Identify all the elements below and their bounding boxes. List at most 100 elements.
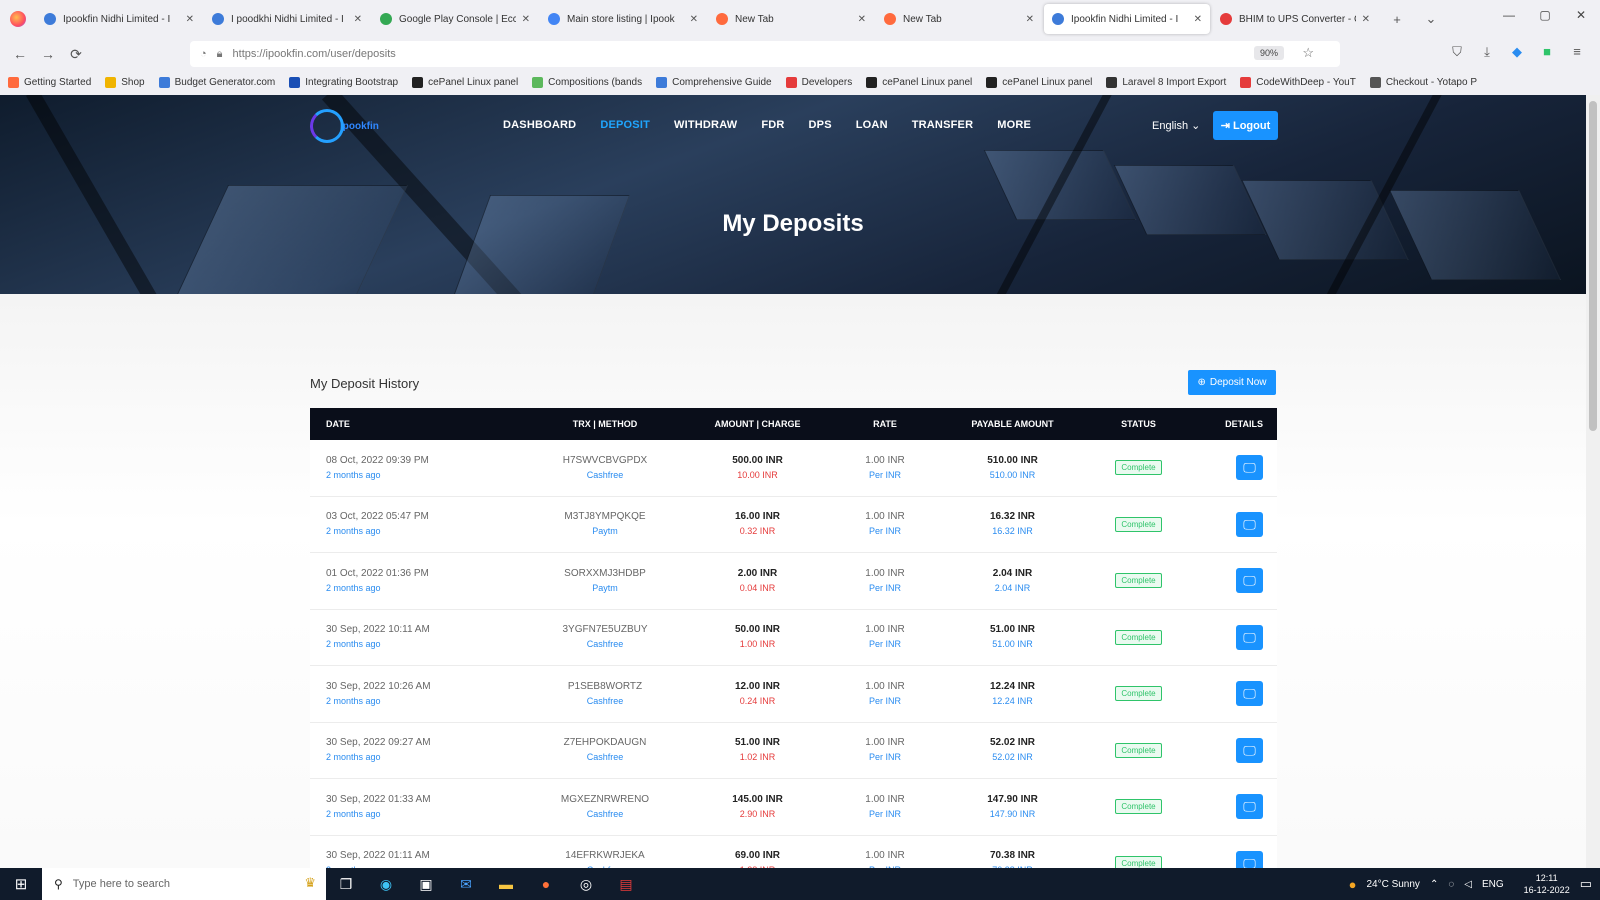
- bookmark-star-icon[interactable]: ☆: [1302, 45, 1314, 61]
- rate: 1.00 INR: [865, 624, 905, 636]
- menu-item-fdr[interactable]: FDR: [761, 119, 784, 131]
- logout-button[interactable]: ⇥ Logout: [1213, 111, 1278, 140]
- minimize-icon[interactable]: —: [1494, 8, 1524, 22]
- zoom-badge[interactable]: 90%: [1253, 46, 1284, 60]
- details-button[interactable]: 🖵︎: [1236, 681, 1263, 707]
- bookmark-item[interactable]: Laravel 8 Import Export: [1106, 76, 1226, 88]
- browser-tab[interactable]: New Tab ✕: [876, 4, 1042, 34]
- bookmark-item[interactable]: cePanel Linux panel: [866, 76, 972, 88]
- deposit-now-button[interactable]: ⊕ Deposit Now: [1188, 370, 1276, 395]
- pocket-icon[interactable]: ⛉: [1442, 44, 1472, 60]
- new-tab-icon[interactable]: +: [1380, 12, 1414, 27]
- scrollbar-thumb[interactable]: [1589, 101, 1597, 431]
- tab-close-icon[interactable]: ✕: [1194, 14, 1202, 25]
- windows-start-icon[interactable]: ⊞: [0, 875, 42, 893]
- back-icon[interactable]: ←: [6, 46, 34, 62]
- bookmark-item[interactable]: Checkout - Yotapo P: [1369, 76, 1477, 88]
- menu-item-transfer[interactable]: TRANSFER: [912, 119, 974, 131]
- bookmark-item[interactable]: CodeWithDeep - YouT: [1240, 76, 1356, 88]
- page-scrollbar[interactable]: [1586, 95, 1600, 868]
- browser-tab[interactable]: Ipookfin Nidhi Limited - I ✕: [1044, 4, 1210, 34]
- payable-sub: 2.04 INR: [994, 582, 1031, 593]
- tab-close-icon[interactable]: ✕: [1026, 14, 1034, 25]
- details-button[interactable]: 🖵︎: [1236, 455, 1263, 481]
- clock[interactable]: 12:11 16-12-2022: [1514, 872, 1570, 896]
- tab-close-icon[interactable]: ✕: [858, 14, 866, 25]
- menu-item-dashboard[interactable]: DASHBOARD: [503, 119, 576, 131]
- task-view-icon[interactable]: ❐: [326, 876, 366, 893]
- download-icon[interactable]: ⤓: [1472, 44, 1502, 60]
- details-button[interactable]: 🖵︎: [1236, 737, 1263, 763]
- menu-item-dps[interactable]: DPS: [809, 119, 832, 131]
- notifications-icon[interactable]: ▭: [1580, 876, 1592, 892]
- menu-item-more[interactable]: MORE: [997, 119, 1031, 131]
- extension-icon[interactable]: ■: [1532, 44, 1562, 60]
- bookmark-item[interactable]: Getting Started: [8, 76, 91, 88]
- browser-tab[interactable]: I poodkhi Nidhi Limited - I ✕: [204, 4, 370, 34]
- bookmark-item[interactable]: Budget Generator.com: [158, 76, 275, 88]
- browser-tab[interactable]: Main store listing | Ipook ✕: [540, 4, 706, 34]
- menu-icon[interactable]: ≡: [1562, 44, 1592, 60]
- bookmark-item[interactable]: Shop: [105, 76, 145, 88]
- extension-shield-icon[interactable]: ◆: [1502, 44, 1532, 60]
- mail-icon[interactable]: ✉: [446, 876, 486, 893]
- browser-tab[interactable]: Ipookfin Nidhi Limited - I ✕: [36, 4, 202, 34]
- trx-id: 14EFRKWRJEKA: [565, 850, 645, 862]
- details-button[interactable]: 🖵︎: [1236, 794, 1263, 820]
- menu-item-deposit[interactable]: DEPOSIT: [600, 119, 650, 131]
- forward-icon[interactable]: →: [34, 46, 62, 62]
- restore-icon[interactable]: ▢: [1530, 8, 1560, 22]
- bookmark-item[interactable]: Integrating Bootstrap: [289, 76, 398, 88]
- details-button[interactable]: 🖵︎: [1236, 511, 1263, 537]
- status-cell: Complete: [1090, 573, 1187, 589]
- status-badge: Complete: [1115, 629, 1162, 645]
- firefox-taskbar-icon[interactable]: ●: [526, 876, 566, 892]
- tray-chevron-icon[interactable]: ⌃: [1430, 879, 1438, 890]
- input-lang[interactable]: ENG: [1482, 879, 1504, 890]
- tab-close-icon[interactable]: ✕: [186, 14, 194, 25]
- menu-item-withdraw[interactable]: WITHDRAW: [674, 119, 737, 131]
- details-button[interactable]: 🖵︎: [1236, 624, 1263, 650]
- edge-icon[interactable]: ◉: [366, 876, 406, 893]
- logo-mark: [310, 109, 344, 143]
- close-window-icon[interactable]: ✕: [1566, 8, 1596, 22]
- list-tabs-icon[interactable]: ⌄: [1414, 11, 1448, 27]
- menu-item-loan[interactable]: LOAN: [856, 119, 888, 131]
- taskbar-search[interactable]: ⚲ Type here to search ♛: [42, 868, 326, 900]
- browser-tab[interactable]: Google Play Console | Ecc ✕: [372, 4, 538, 34]
- site-logo[interactable]: Ipookfin: [310, 109, 402, 143]
- tab-close-icon[interactable]: ✕: [354, 14, 362, 25]
- bookmark-item[interactable]: Compositions (bands: [532, 76, 642, 88]
- shield-icon[interactable]: ◔: [200, 48, 207, 60]
- url-text[interactable]: https://ipookfin.com/user/deposits: [233, 48, 396, 60]
- tab-close-icon[interactable]: ✕: [522, 14, 530, 25]
- chrome-icon[interactable]: ◎: [566, 876, 606, 893]
- search-highlight-icon[interactable]: ♛: [304, 875, 316, 891]
- bookmark-item[interactable]: cePanel Linux panel: [412, 76, 518, 88]
- column-header: TRX | METHOD: [572, 419, 638, 429]
- volume-icon[interactable]: ◁: [1464, 879, 1472, 890]
- file-explorer-icon[interactable]: ▬: [486, 876, 526, 892]
- bookmark-item[interactable]: Developers: [785, 76, 852, 88]
- reload-icon[interactable]: ⟳: [62, 46, 90, 63]
- bookmark-item[interactable]: Comprehensive Guide: [656, 76, 772, 88]
- tab-label: New Tab: [735, 13, 774, 25]
- store-icon[interactable]: ▣: [406, 876, 446, 893]
- app-icon[interactable]: ▤: [606, 876, 646, 893]
- weather-text[interactable]: 24°C Sunny: [1366, 879, 1419, 890]
- details-button[interactable]: 🖵︎: [1236, 568, 1263, 594]
- weather-sun-icon[interactable]: ●: [1349, 877, 1357, 892]
- tab-close-icon[interactable]: ✕: [690, 14, 698, 25]
- firefox-icon[interactable]: [10, 11, 26, 27]
- browser-tab[interactable]: BHIM to UPS Converter - Cu ✕: [1212, 4, 1378, 34]
- network-icon[interactable]: ◌: [1448, 879, 1454, 890]
- bookmark-favicon-icon: [412, 76, 424, 88]
- lock-icon[interactable]: 🔒︎: [217, 48, 223, 61]
- browser-tab[interactable]: New Tab ✕: [708, 4, 874, 34]
- bookmark-item[interactable]: cePanel Linux panel: [986, 76, 1092, 88]
- language-selector[interactable]: English ⌄: [1152, 119, 1200, 132]
- trx-cell: Z7EHPOKDAUGN Cashfree: [530, 735, 680, 765]
- tab-close-icon[interactable]: ✕: [1362, 14, 1370, 25]
- rate-unit: Per INR: [868, 808, 901, 819]
- url-bar[interactable]: ◔ 🔒︎ https://ipookfin.com/user/deposits …: [190, 41, 1340, 67]
